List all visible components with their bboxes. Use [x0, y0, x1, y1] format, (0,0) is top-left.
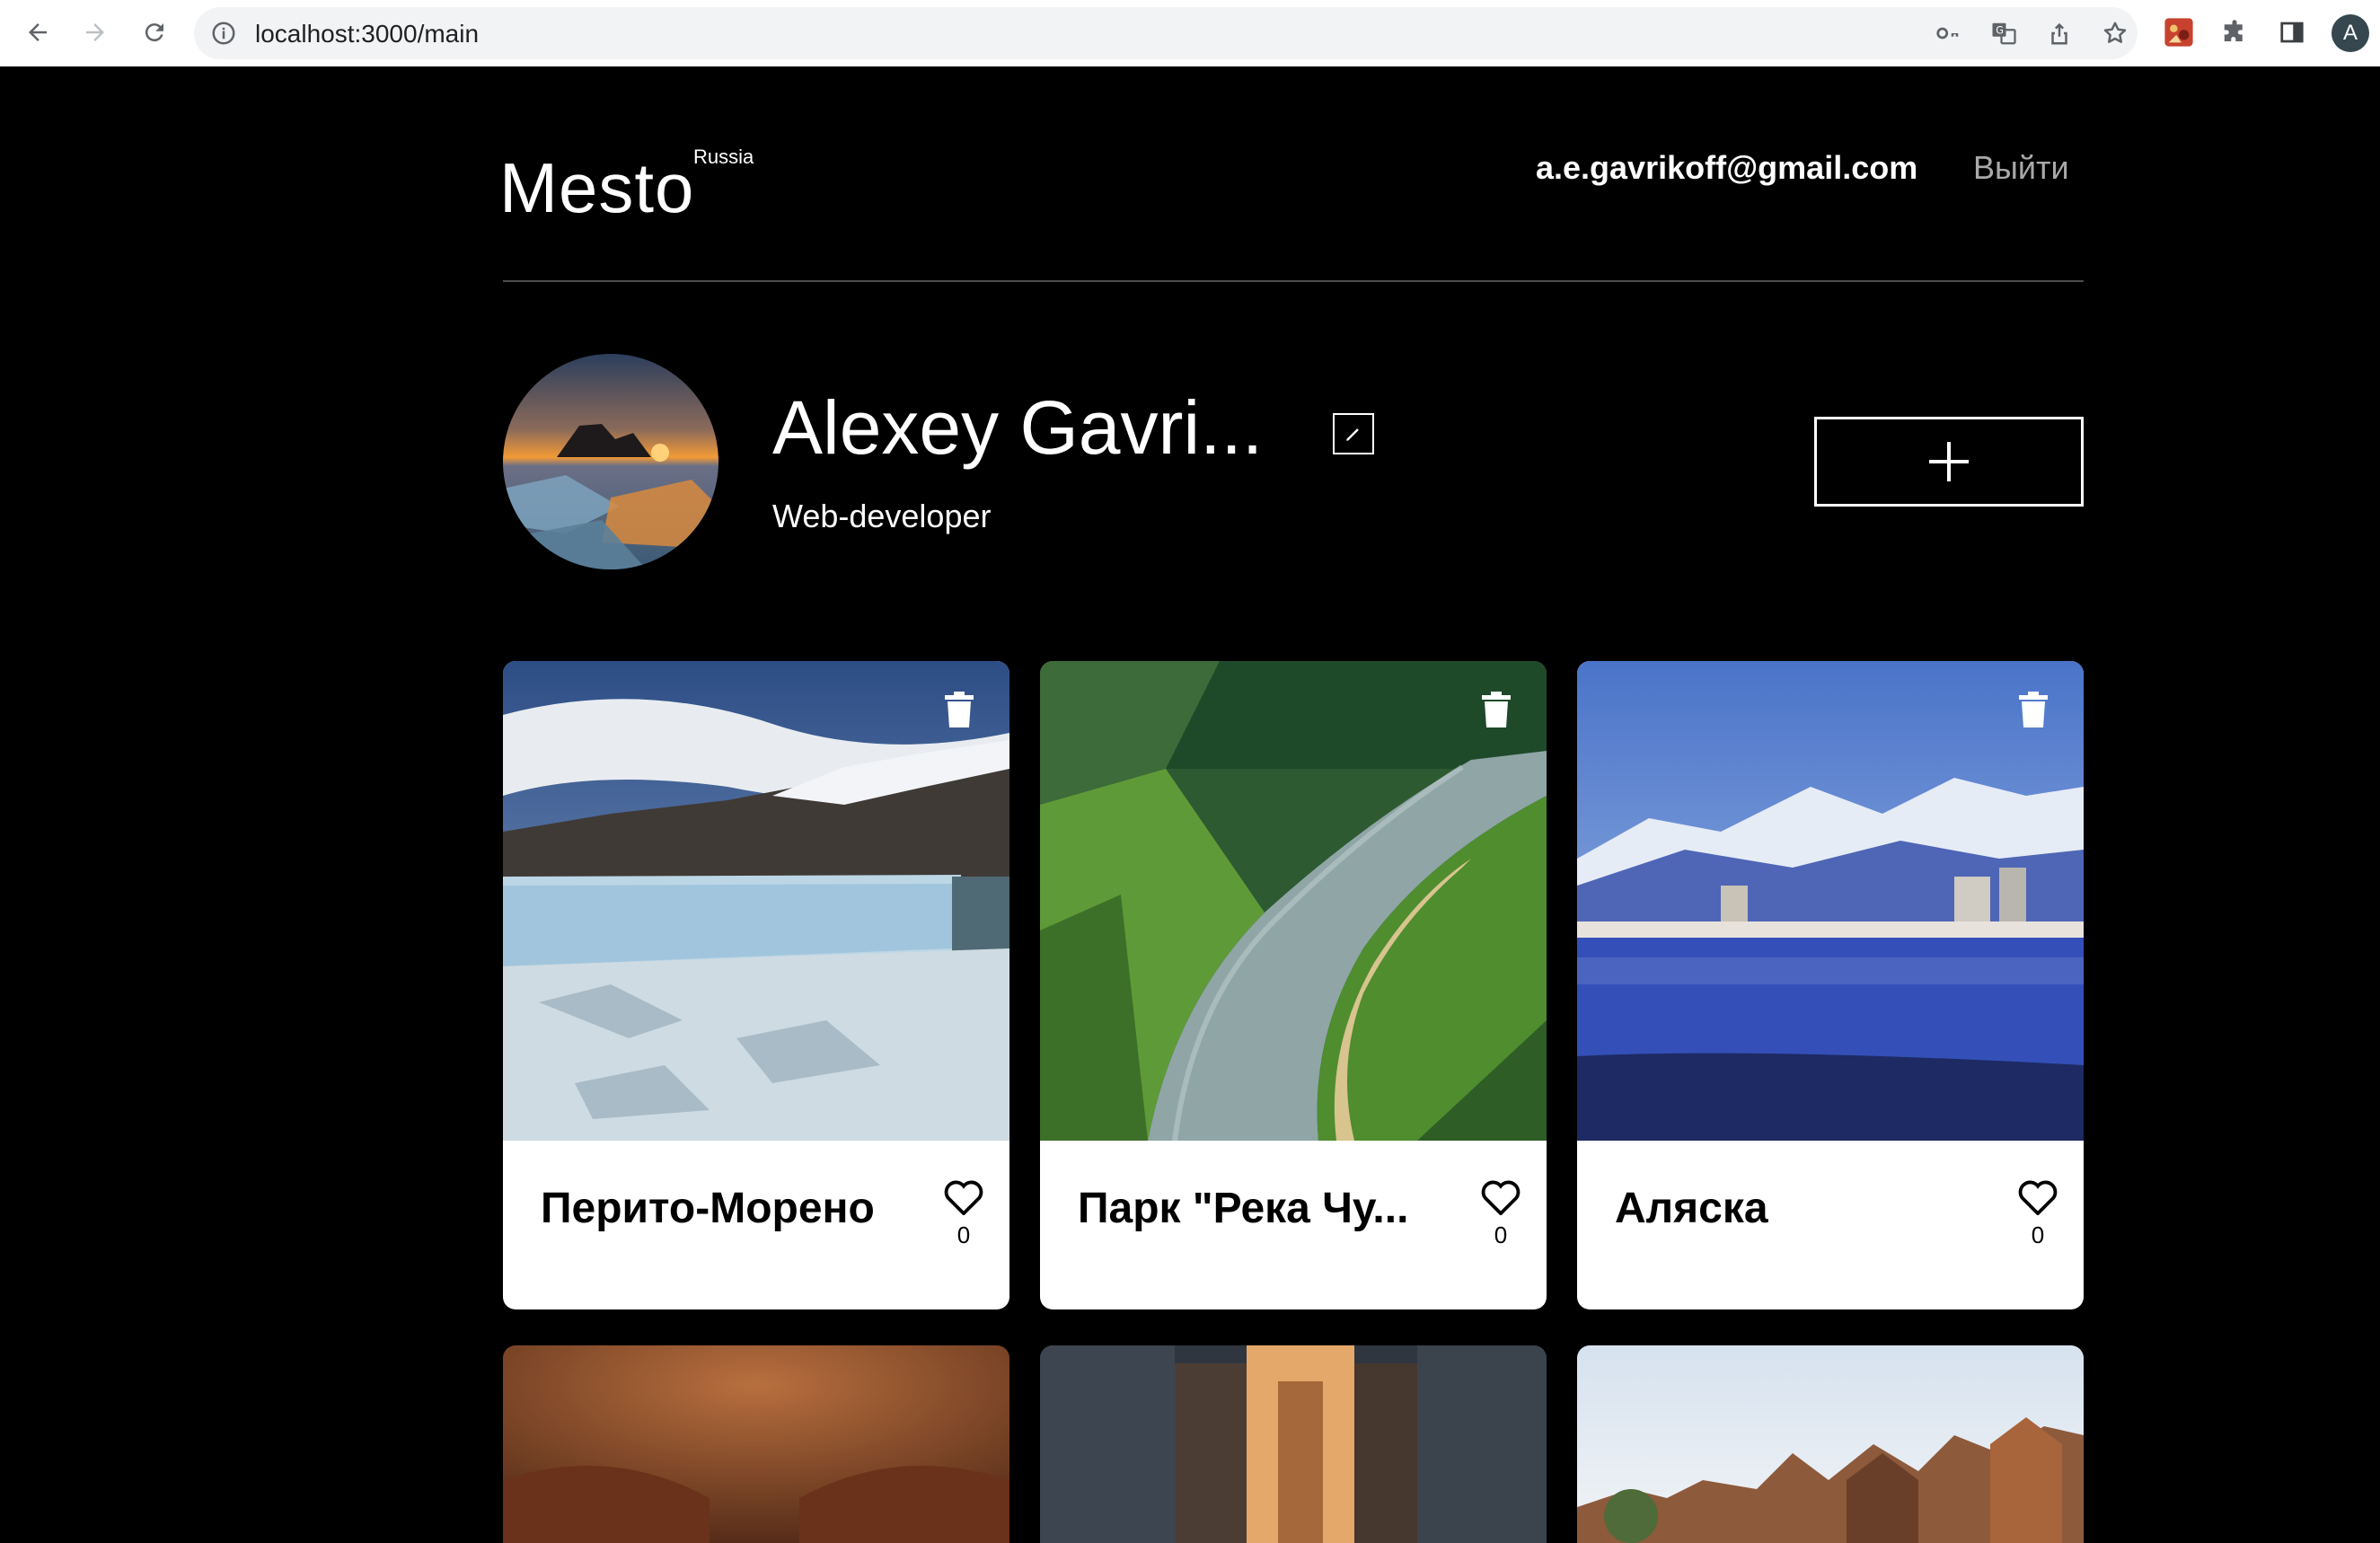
card-image[interactable]: [503, 661, 1009, 1141]
heart-icon: [2018, 1180, 2058, 1215]
add-card-button[interactable]: [1814, 417, 2084, 507]
profile-about: Web-developer: [772, 498, 992, 534]
browser-toolbar: localhost:3000/main G A: [0, 0, 2380, 67]
logo-region: Russia: [693, 145, 754, 168]
card-title: Аляска: [1615, 1185, 1768, 1232]
profile-avatar[interactable]: [503, 354, 718, 569]
card: [1577, 1345, 2084, 1543]
trash-icon[interactable]: [2017, 692, 2049, 727]
translate-icon: G: [1992, 22, 2016, 45]
profile-avatar-button[interactable]: A: [2332, 14, 2369, 52]
back-button[interactable]: [18, 13, 57, 52]
card-image[interactable]: [1040, 1345, 1547, 1543]
avatar-image: [503, 354, 718, 569]
extensions-menu-button[interactable]: [2217, 14, 2252, 50]
card-title: Перито-Морено: [541, 1185, 875, 1232]
card-image[interactable]: [1577, 1345, 2084, 1543]
plus-icon: [1929, 442, 1969, 481]
trash-icon[interactable]: [1480, 692, 1512, 727]
arrow-left-icon: [29, 23, 47, 41]
user-email: a.e.gavrikoff@gmail.com: [1536, 149, 1918, 186]
card: Аляска 0: [1577, 661, 2084, 1309]
like-button[interactable]: [939, 1177, 988, 1218]
card: Перито-Морено 0: [503, 661, 1009, 1309]
reload-icon: [145, 23, 163, 42]
card-image[interactable]: [503, 1345, 1009, 1543]
extension-button[interactable]: [2161, 14, 2197, 50]
like-count: 0: [2031, 1221, 2045, 1248]
card-title: Парк "Река Чу...: [1078, 1185, 1409, 1232]
edit-profile-button[interactable]: [1333, 413, 1374, 454]
profile-name: Alexey Gavri...: [772, 385, 1264, 470]
pencil-icon: [1346, 428, 1359, 441]
puzzle-icon: [2224, 20, 2243, 41]
logout-link[interactable]: Выйти: [1973, 149, 2069, 187]
heart-icon: [1481, 1180, 1521, 1215]
card-image[interactable]: [1577, 661, 2084, 1141]
card: Парк "Река Чу... 0: [1040, 661, 1547, 1309]
trash-icon[interactable]: [943, 692, 975, 727]
reload-button[interactable]: [135, 13, 174, 52]
sidepanel-icon: [2280, 22, 2304, 43]
extension-icon: [2164, 18, 2193, 47]
share-button[interactable]: [2044, 18, 2075, 48]
like-count: 0: [956, 1221, 971, 1248]
key-icon: [1936, 27, 1959, 40]
side-panel-button[interactable]: [2274, 14, 2310, 50]
svg-text:G: G: [1996, 25, 2004, 37]
logo[interactable]: Mesto: [499, 147, 694, 229]
like-button[interactable]: [2014, 1177, 2062, 1218]
share-icon: [2051, 22, 2067, 45]
forward-button[interactable]: [75, 13, 115, 52]
arrow-right-icon: [86, 23, 104, 41]
address-bar[interactable]: localhost:3000/main G: [194, 7, 2138, 59]
like-button[interactable]: [1476, 1177, 1525, 1218]
page: Mesto Russia a.e.gavrikoff@gmail.com Вый…: [0, 66, 2380, 1543]
bookmark-button[interactable]: [2100, 18, 2130, 48]
card: [503, 1345, 1009, 1543]
header-divider: [503, 280, 2084, 282]
info-icon[interactable]: [210, 20, 237, 47]
star-icon: [2103, 22, 2127, 43]
card-image[interactable]: [1040, 661, 1547, 1141]
like-count: 0: [1494, 1221, 1508, 1248]
url-text[interactable]: localhost:3000/main: [255, 20, 479, 48]
password-key-button[interactable]: [1933, 18, 1963, 48]
card: [1040, 1345, 1547, 1543]
translate-button[interactable]: G: [1988, 18, 2019, 48]
heart-icon: [944, 1180, 983, 1215]
